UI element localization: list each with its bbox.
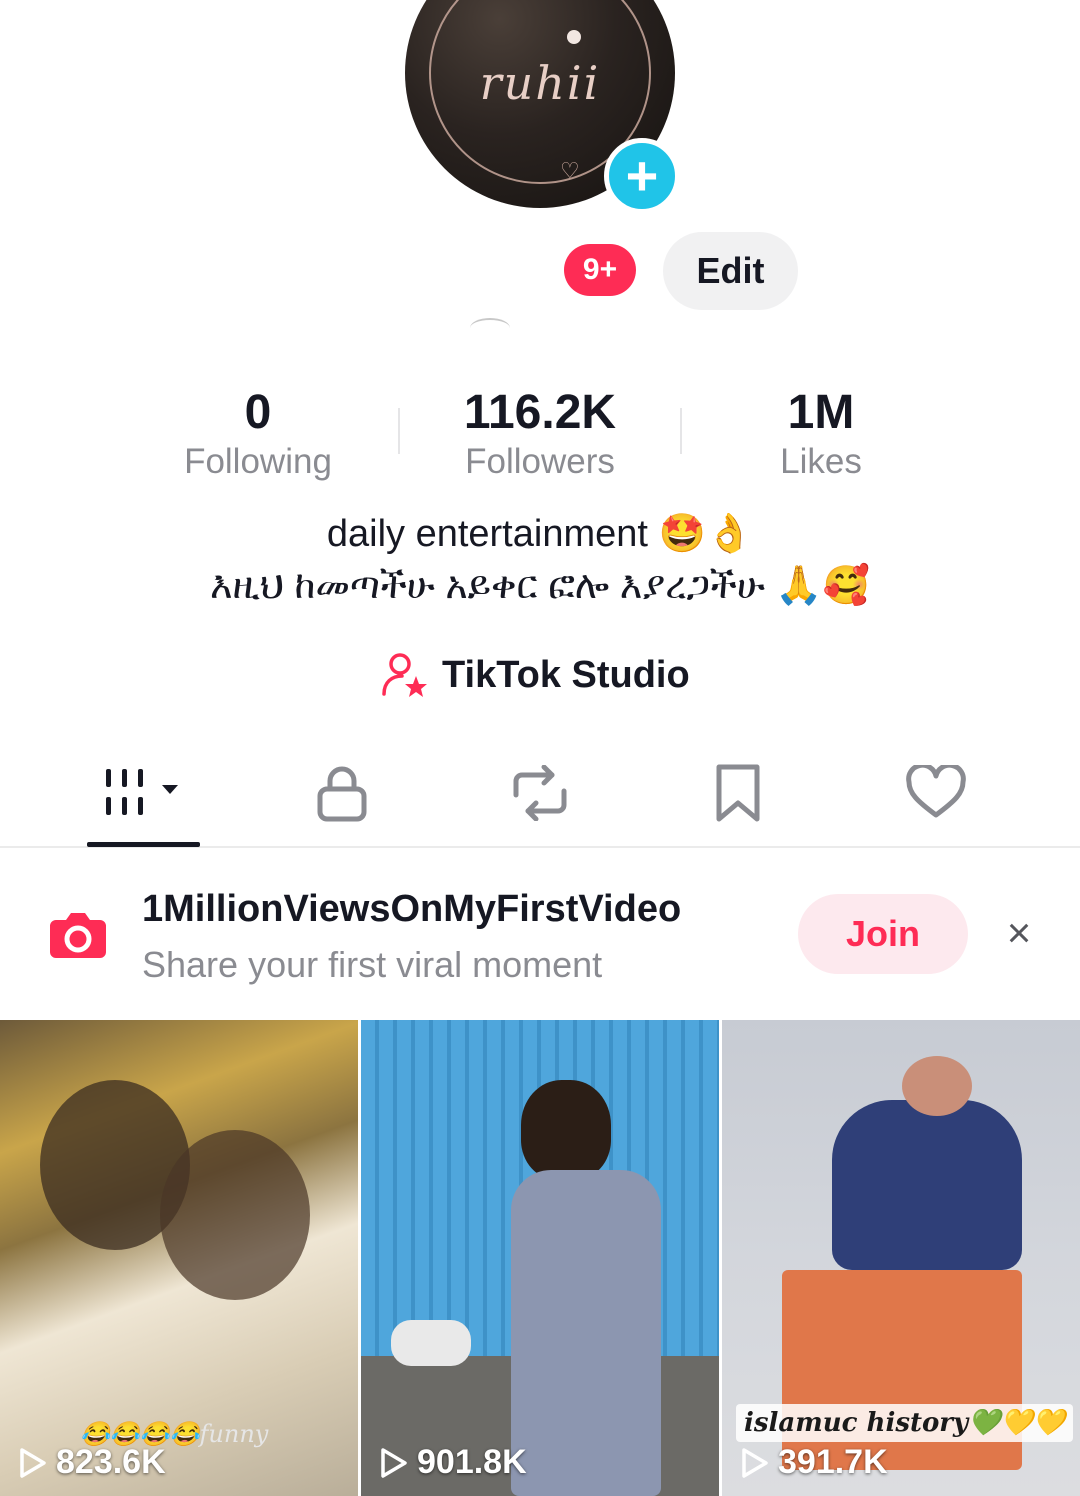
bio-line-2: እዚህ ከመጣችሁ አይቀር ፎሎ እያረጋችሁ 🙏🥰 <box>209 565 871 607</box>
tab-private[interactable] <box>282 758 402 828</box>
video-thumbnail[interactable]: islamuc history💚💛💛 391.7K <box>722 1020 1080 1496</box>
tiktok-studio-link[interactable]: TikTok Studio <box>380 648 690 702</box>
thumb-figure <box>902 1056 972 1116</box>
faint-divider <box>470 318 510 338</box>
stat-followers[interactable]: 116.2K Followers <box>410 384 670 482</box>
thumb-figure <box>160 1130 310 1300</box>
avatar-heart-icon: ♡ <box>560 158 580 183</box>
add-avatar-button[interactable]: + <box>604 138 680 214</box>
view-count-value: 901.8K <box>417 1443 527 1481</box>
repost-icon <box>513 765 567 821</box>
video-caption: islamuc history💚💛💛 <box>736 1404 1074 1442</box>
close-icon[interactable]: × <box>994 908 1044 958</box>
challenge-banner[interactable]: 1MillionViewsOnMyFirstVideo Share your f… <box>0 850 1080 1020</box>
bio-line-1: daily entertainment 🤩👌 <box>326 513 754 555</box>
view-count: 823.6K <box>18 1443 166 1482</box>
bookmark-icon <box>716 764 760 822</box>
thumb-mirror <box>391 1320 471 1366</box>
thumb-figure <box>511 1170 661 1496</box>
challenge-subtitle: Share your first viral moment <box>142 944 603 985</box>
heart-icon <box>906 765 966 818</box>
videos-grid-icon <box>106 769 178 815</box>
tab-videos[interactable] <box>84 758 204 828</box>
camera-icon <box>50 913 106 958</box>
view-count: 901.8K <box>379 1443 527 1482</box>
active-tab-indicator <box>87 842 200 847</box>
stat-divider <box>398 408 400 454</box>
view-count-value: 391.7K <box>778 1443 888 1481</box>
view-count: 391.7K <box>740 1443 888 1482</box>
tab-liked[interactable] <box>876 758 996 828</box>
followers-label: Followers <box>465 442 615 481</box>
stat-following[interactable]: 0 Following <box>128 384 388 482</box>
followers-count: 116.2K <box>463 386 617 439</box>
following-label: Following <box>184 442 332 481</box>
lock-icon <box>317 766 367 822</box>
avatar-text: ruhii <box>479 56 601 110</box>
avatar-dot <box>567 30 581 44</box>
join-button[interactable]: Join <box>798 894 968 974</box>
notification-badge[interactable]: 9+ <box>564 244 636 296</box>
tiktok-studio-label: TikTok Studio <box>442 653 690 696</box>
view-count-value: 823.6K <box>56 1443 166 1481</box>
video-thumbnail[interactable]: 901.8K <box>361 1020 719 1496</box>
creator-star-icon <box>382 653 427 697</box>
play-icon <box>742 1447 768 1478</box>
play-icon <box>20 1447 46 1478</box>
likes-label: Likes <box>780 442 862 481</box>
edit-profile-button[interactable]: Edit <box>663 232 798 310</box>
play-icon <box>381 1447 407 1478</box>
stat-likes[interactable]: 1M Likes <box>691 384 951 482</box>
profile-tabs <box>0 740 1080 848</box>
thumb-figure <box>832 1100 1022 1270</box>
following-count: 0 <box>244 386 272 439</box>
video-thumbnail[interactable]: 😂😂😂😂funny 823.6K <box>0 1020 358 1496</box>
likes-count: 1M <box>787 386 855 439</box>
thumb-figure <box>521 1080 611 1180</box>
video-grid: 😂😂😂😂funny 823.6K 901.8K islamuc history💚… <box>0 1020 1080 1496</box>
tab-favorites[interactable] <box>678 758 798 828</box>
tab-reposts[interactable] <box>480 758 600 828</box>
challenge-title: 1MillionViewsOnMyFirstVideo <box>142 888 682 930</box>
stat-divider <box>680 408 682 454</box>
plus-icon: + <box>625 144 659 207</box>
